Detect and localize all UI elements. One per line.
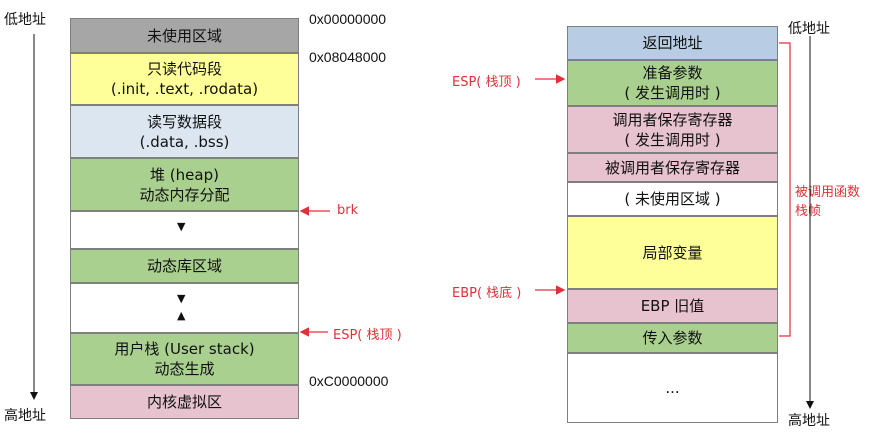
connector-layer <box>30 34 814 409</box>
stack-frame-bracket <box>779 42 791 337</box>
